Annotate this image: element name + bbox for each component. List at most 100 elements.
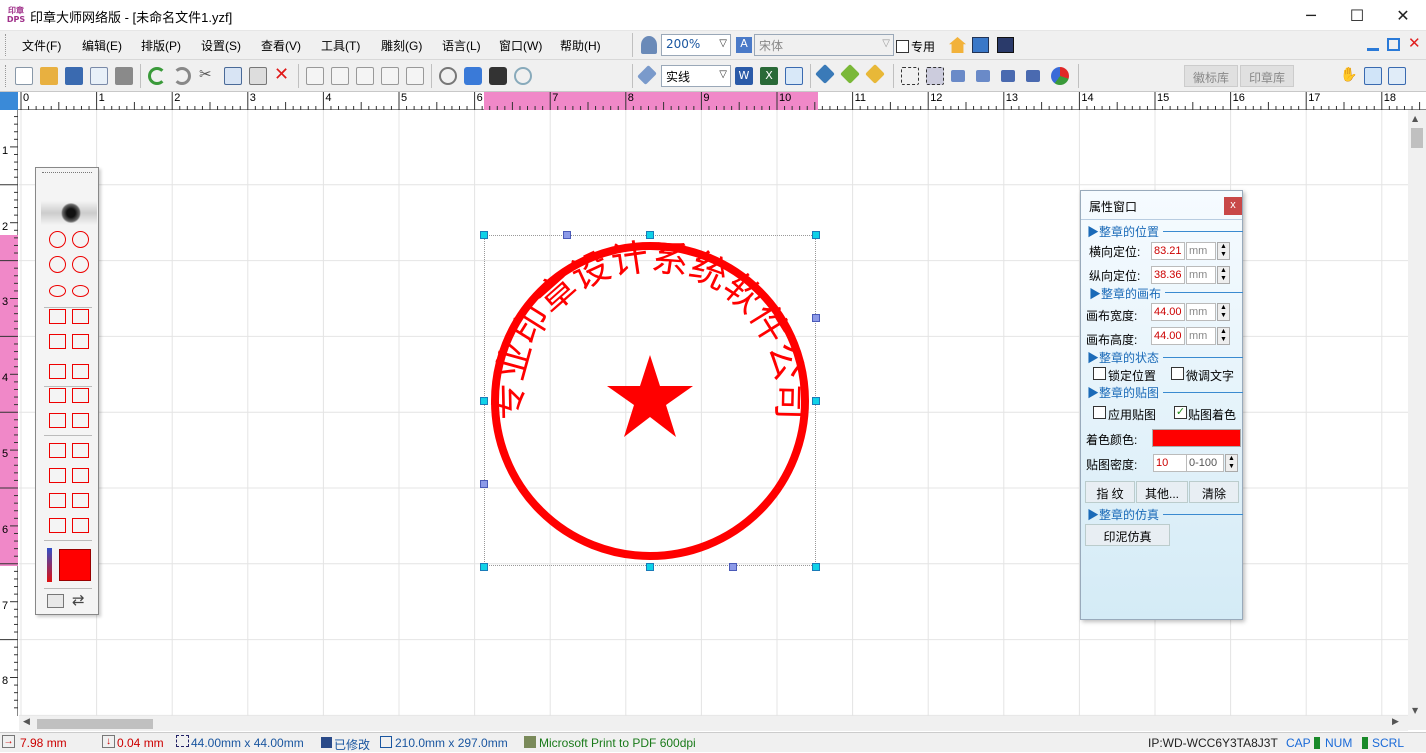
palette-oval-line-icon[interactable] [49,256,66,273]
eye-icon[interactable] [41,201,97,225]
v-pos-spinner[interactable]: ▲ ▼ [1217,266,1230,284]
tab-logo-library[interactable]: 徽标库 [1184,65,1239,87]
resize-handle[interactable] [480,397,488,405]
scroll-right-icon[interactable]: ▶ [1392,717,1399,727]
monitor-icon[interactable] [997,37,1014,53]
menu-item-5[interactable]: 工具(T) [321,37,360,54]
align-top-icon[interactable] [381,67,399,85]
disc-icon[interactable] [514,67,532,85]
tag-blue-icon[interactable] [815,64,835,84]
print-icon[interactable] [115,67,133,85]
mdi-close-icon[interactable]: ✕ [1408,34,1421,52]
palette-window-icon[interactable] [49,388,66,403]
home-icon[interactable] [949,37,966,53]
draw-icon[interactable] [1364,67,1382,85]
height-spinner[interactable]: ▲ ▼ [1217,327,1230,345]
camera-icon[interactable] [489,67,507,85]
align-icon[interactable] [306,67,324,85]
palette-round-text-icon[interactable] [72,231,89,248]
select-all-icon[interactable] [926,67,944,85]
menu-item-2[interactable]: 排版(P) [141,37,181,54]
palette-round-star-icon[interactable] [49,231,66,248]
pen-icon[interactable] [637,65,657,85]
menu-item-9[interactable]: 帮助(H) [560,37,601,54]
other-button[interactable]: 其他... [1136,481,1188,503]
palette-grid-icon[interactable] [49,309,66,324]
card-icon[interactable] [47,594,64,608]
color-swatch[interactable] [59,549,91,581]
scroll-thumb[interactable] [1411,128,1423,148]
menu-item-0[interactable]: 文件(F) [22,37,61,54]
width-spinner[interactable]: ▲ ▼ [1217,303,1230,321]
refresh-icon[interactable]: ⇄ [72,591,85,609]
resize-handle[interactable] [729,563,737,571]
resize-handle[interactable] [812,231,820,239]
image-icon[interactable] [785,67,803,85]
close-window-button[interactable]: ✕ [1380,0,1426,30]
fine-tune-checkbox[interactable] [1171,367,1184,380]
redo-icon[interactable] [173,67,191,85]
scroll-left-icon[interactable]: ◀ [23,717,30,727]
front-icon[interactable] [951,70,965,82]
excel-icon[interactable]: X [760,67,778,85]
rotate-icon[interactable] [439,67,457,85]
menu-item-3[interactable]: 设置(S) [201,37,241,54]
open-folder-icon[interactable] [40,67,58,85]
palette-split-3-icon[interactable] [72,413,89,428]
texture-color-checkbox[interactable]: ✓ [1174,406,1187,419]
resize-handle[interactable] [480,480,488,488]
vertical-scrollbar[interactable]: ▲ ▼ [1408,110,1426,730]
fingerprint-button[interactable]: 指 纹 [1085,481,1135,503]
user-icon[interactable] [464,67,482,85]
palette-strip-wide-icon[interactable] [72,493,89,508]
undo-icon[interactable] [148,67,166,85]
align-left-icon[interactable] [331,67,349,85]
horizontal-scrollbar[interactable]: ◀ ▶ [19,716,1408,731]
preview-icon[interactable] [90,67,108,85]
palette-strip-icon[interactable] [49,493,66,508]
tag-yellow-icon[interactable] [865,64,885,84]
density-input[interactable]: 10 [1153,454,1187,472]
palette-bar-icon[interactable] [72,309,89,324]
palette-oval-icon[interactable] [49,285,66,297]
clear-button[interactable]: 清除 [1189,481,1239,503]
zoom-icon[interactable] [641,36,657,54]
resize-handle[interactable] [480,231,488,239]
palette-split-l-icon[interactable] [49,468,66,483]
menu-item-7[interactable]: 语言(L) [442,37,481,54]
ink-simulation-button[interactable]: 印泥仿真 [1085,524,1170,546]
h-pos-input[interactable]: 83.21 [1151,242,1185,260]
palette-window-split-icon[interactable] [72,388,89,403]
mdi-restore-icon[interactable] [1387,38,1400,51]
cut-icon[interactable]: ✂ [199,65,212,83]
tint-color-swatch[interactable] [1152,429,1241,447]
font-select[interactable]: 宋体 ▽ [754,34,894,56]
menu-item-4[interactable]: 查看(V) [261,37,301,54]
lock-position-checkbox[interactable] [1093,367,1106,380]
book-icon[interactable] [972,37,989,53]
palette-oval-double-icon[interactable] [72,256,89,273]
maximize-button[interactable]: ☐ [1334,0,1380,30]
palette-diamond-icon[interactable] [49,364,66,379]
minimize-button[interactable]: ─ [1288,0,1334,30]
delete-icon[interactable]: ✕ [274,64,289,85]
new-file-icon[interactable] [15,67,33,85]
tab-seal-library[interactable]: 印章库 [1240,65,1295,87]
gradient-swatch[interactable] [47,548,52,582]
palette-strip-3-icon[interactable] [72,518,89,533]
hand-icon[interactable]: ✋ [1340,67,1358,85]
ungroup-icon[interactable] [1026,70,1040,82]
paste-icon[interactable] [249,67,267,85]
palette-square-icon[interactable] [49,334,66,349]
select-icon[interactable] [901,67,919,85]
resize-handle[interactable] [646,231,654,239]
properties-close-button[interactable]: x [1224,197,1242,215]
pie-chart-icon[interactable] [1051,67,1069,85]
copy-icon[interactable] [224,67,242,85]
palette-split-r-icon[interactable] [72,468,89,483]
resize-handle[interactable] [563,231,571,239]
menu-item-8[interactable]: 窗口(W) [499,37,542,54]
back-icon[interactable] [976,70,990,82]
resize-handle[interactable] [480,563,488,571]
word-icon[interactable]: W [735,67,753,85]
